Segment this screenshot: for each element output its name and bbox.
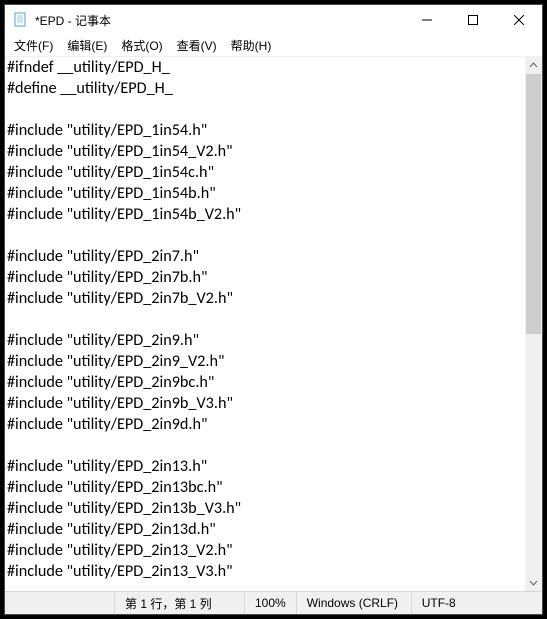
scroll-down-button[interactable] — [525, 574, 542, 591]
minimize-button[interactable] — [404, 5, 450, 35]
status-spacer — [5, 592, 115, 614]
status-caret-position: 第 1 行，第 1 列 — [115, 592, 245, 614]
menu-view[interactable]: 查看(V) — [170, 35, 224, 56]
vertical-scrollbar[interactable] — [525, 57, 542, 591]
status-encoding: UTF-8 — [412, 592, 542, 614]
window-controls — [404, 5, 542, 35]
scroll-thumb[interactable] — [526, 74, 541, 334]
close-button[interactable] — [496, 5, 542, 35]
menu-edit[interactable]: 编辑(E) — [60, 35, 114, 56]
text-editor[interactable]: #ifndef __utility/EPD_H_ #define __utili… — [5, 57, 525, 591]
maximize-button[interactable] — [450, 5, 496, 35]
window-title: *EPD - 记事本 — [35, 12, 404, 29]
notepad-window: *EPD - 记事本 文件(F) 编辑(E) 格式(O) 查看(V) 帮助(H)… — [4, 4, 543, 615]
editor-area: #ifndef __utility/EPD_H_ #define __utili… — [5, 56, 542, 591]
status-zoom[interactable]: 100% — [245, 592, 297, 614]
statusbar: 第 1 行，第 1 列 100% Windows (CRLF) UTF-8 — [5, 591, 542, 614]
notepad-app-icon — [13, 12, 29, 28]
menu-format[interactable]: 格式(O) — [114, 35, 169, 56]
titlebar[interactable]: *EPD - 记事本 — [5, 5, 542, 35]
scroll-up-button[interactable] — [525, 57, 542, 74]
menu-help[interactable]: 帮助(H) — [224, 35, 279, 56]
menubar: 文件(F) 编辑(E) 格式(O) 查看(V) 帮助(H) — [5, 35, 542, 56]
status-eol: Windows (CRLF) — [297, 592, 412, 614]
menu-file[interactable]: 文件(F) — [7, 35, 60, 56]
